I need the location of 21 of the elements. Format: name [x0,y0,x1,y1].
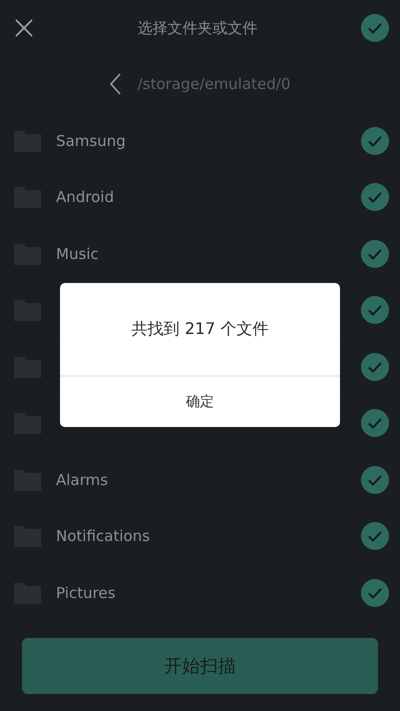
check-icon[interactable] [361,352,389,381]
screen-title: 选择文件夹或文件 [138,18,258,38]
folder-name[interactable]: Alarms [56,470,108,489]
folder-path: /storage/emulated/0 [137,75,291,93]
check-icon[interactable] [361,578,389,607]
dialog-message: 共找到 217 个文件 [132,318,268,340]
folder-name[interactable]: Music [56,244,99,263]
back-icon[interactable] [109,73,122,95]
folder-name[interactable]: Samsung [56,132,126,150]
check-icon[interactable] [361,126,389,155]
folder-name[interactable]: Pictures [56,584,116,602]
folder-name[interactable]: Android [56,188,114,206]
close-icon[interactable] [14,18,34,38]
folder-name[interactable]: Notifications [56,527,150,546]
check-icon[interactable] [361,296,389,324]
check-icon[interactable] [361,522,389,550]
check-icon[interactable] [361,240,389,268]
check-icon[interactable] [361,183,389,212]
check-icon[interactable] [361,14,389,42]
check-icon[interactable] [361,409,389,438]
check-icon[interactable] [361,466,389,494]
